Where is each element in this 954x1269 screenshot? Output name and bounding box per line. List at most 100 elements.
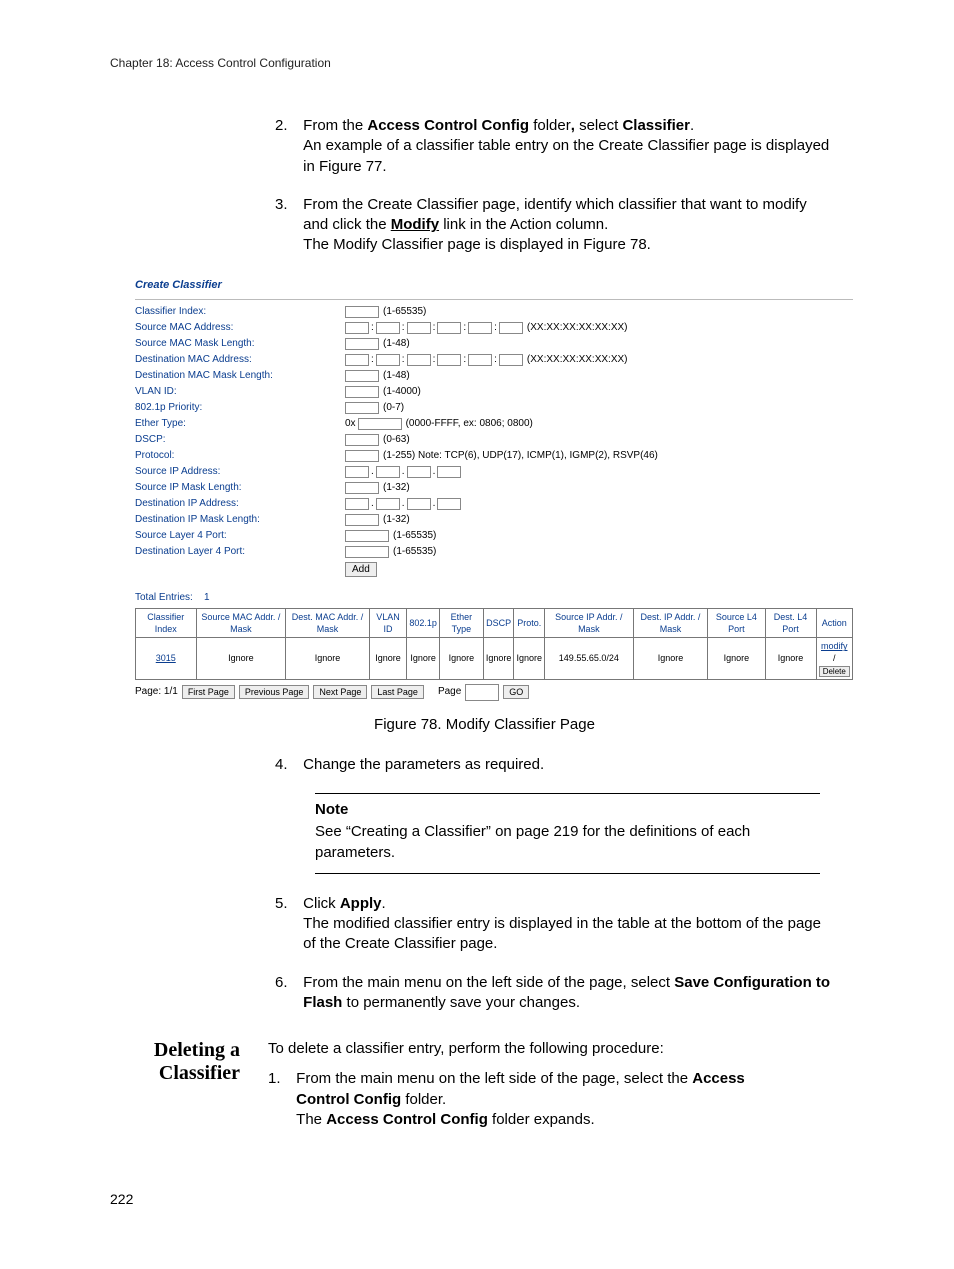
mac-octet-input[interactable] bbox=[376, 354, 400, 366]
form-label: Source Layer 4 Port: bbox=[135, 529, 345, 543]
form-hint: (1-48) bbox=[383, 369, 410, 383]
form-row: Source MAC Mask Length:(1-48) bbox=[135, 336, 853, 352]
mac-octet-input[interactable] bbox=[468, 322, 492, 334]
ip-octet-input[interactable] bbox=[407, 466, 431, 478]
form-label: 802.1p Priority: bbox=[135, 401, 345, 415]
modify-link[interactable]: modify bbox=[821, 641, 848, 651]
form-label: Source MAC Address: bbox=[135, 321, 345, 335]
ip-octet-input[interactable] bbox=[407, 498, 431, 510]
form-input[interactable] bbox=[345, 450, 379, 462]
mac-octet-input[interactable] bbox=[345, 322, 369, 334]
mac-octet-input[interactable] bbox=[437, 354, 461, 366]
form-hint: (0000-FFFF, ex: 0806; 0800) bbox=[406, 417, 533, 431]
form-row: Source IP Mask Length: (1-32) bbox=[135, 480, 853, 496]
mac-octet-input[interactable] bbox=[468, 354, 492, 366]
form-label: Source IP Address: bbox=[135, 465, 345, 479]
figure-78: Create Classifier Classifier Index:(1-65… bbox=[135, 274, 853, 701]
table-cell: Ignore bbox=[196, 638, 286, 679]
page-input[interactable] bbox=[465, 684, 499, 701]
form-input[interactable] bbox=[345, 434, 379, 446]
form-label: Destination Layer 4 Port: bbox=[135, 545, 345, 559]
form-row: Classifier Index:(1-65535) bbox=[135, 304, 853, 320]
form-hint: (1-65535) bbox=[393, 545, 436, 559]
ip-octet-input[interactable] bbox=[345, 466, 369, 478]
next-page-button[interactable]: Next Page bbox=[313, 685, 367, 699]
total-entries: Total Entries: 1 bbox=[135, 591, 853, 605]
classifier-index-cell[interactable]: 3015 bbox=[136, 638, 197, 679]
delete-button[interactable]: Delete bbox=[819, 666, 850, 677]
form-input[interactable] bbox=[345, 482, 379, 494]
form-row: DSCP: (0-63) bbox=[135, 432, 853, 448]
ip-octet-input[interactable] bbox=[345, 498, 369, 510]
form-label: Classifier Index: bbox=[135, 305, 345, 319]
form-label: DSCP: bbox=[135, 433, 345, 447]
table-cell: Ignore bbox=[708, 638, 765, 679]
form-input[interactable] bbox=[345, 338, 379, 350]
table-header: Ether Type bbox=[439, 609, 483, 638]
pager: Page: 1/1 First Page Previous Page Next … bbox=[135, 684, 853, 701]
form-input[interactable] bbox=[345, 530, 389, 542]
step-1: 1. From the main menu on the left side o… bbox=[268, 1069, 859, 1130]
page-indicator: Page: 1/1 bbox=[135, 685, 178, 699]
form-input[interactable] bbox=[358, 418, 402, 430]
first-page-button[interactable]: First Page bbox=[182, 685, 235, 699]
table-cell: Ignore bbox=[439, 638, 483, 679]
form-hint: (1-48) bbox=[383, 337, 410, 351]
form-row: Destination MAC Address::::::(XX:XX:XX:X… bbox=[135, 352, 853, 368]
form-input[interactable] bbox=[345, 386, 379, 398]
form-label: Ether Type: bbox=[135, 417, 345, 431]
note-block: Note See “Creating a Classifier” on page… bbox=[315, 793, 820, 874]
table-header: Source L4 Port bbox=[708, 609, 765, 638]
mac-octet-input[interactable] bbox=[376, 322, 400, 334]
go-button[interactable]: GO bbox=[503, 685, 529, 699]
last-page-button[interactable]: Last Page bbox=[371, 685, 424, 699]
mac-octet-input[interactable] bbox=[499, 322, 523, 334]
step-5: 5. Click Apply. The modified classifier … bbox=[275, 894, 859, 955]
mac-octet-input[interactable] bbox=[407, 322, 431, 334]
form-hint: (0-63) bbox=[383, 433, 410, 447]
form-hint: (1-32) bbox=[383, 481, 410, 495]
step-4: 4. Change the parameters as required. bbox=[275, 755, 859, 775]
form-input[interactable] bbox=[345, 370, 379, 382]
step-2: 2. From the Access Control Config folder… bbox=[275, 116, 859, 177]
form-hint: (XX:XX:XX:XX:XX:XX) bbox=[527, 321, 628, 335]
ip-octet-input[interactable] bbox=[376, 466, 400, 478]
add-button[interactable]: Add bbox=[345, 562, 377, 577]
step-num: 3. bbox=[275, 195, 299, 215]
form-input[interactable] bbox=[345, 402, 379, 414]
form-hint: (1-32) bbox=[383, 513, 410, 527]
step-6: 6. From the main menu on the left side o… bbox=[275, 973, 859, 1014]
table-header: Dest. L4 Port bbox=[765, 609, 816, 638]
step-text: Change the parameters as required. bbox=[303, 755, 833, 775]
ip-octet-input[interactable] bbox=[437, 498, 461, 510]
mac-octet-input[interactable] bbox=[345, 354, 369, 366]
note-title: Note bbox=[315, 800, 820, 820]
table-header: 802.1p bbox=[407, 609, 440, 638]
form-row: Protocol:(1-255) Note: TCP(6), UDP(17), … bbox=[135, 448, 853, 464]
form-label: Source IP Mask Length: bbox=[135, 481, 345, 495]
form-input[interactable] bbox=[345, 546, 389, 558]
form-hint: (0-7) bbox=[383, 401, 404, 415]
table-header: Proto. bbox=[514, 609, 545, 638]
mac-octet-input[interactable] bbox=[499, 354, 523, 366]
table-header: VLAN ID bbox=[369, 609, 407, 638]
action-cell: modify /Delete bbox=[816, 638, 853, 679]
form-row: Destination IP Mask Length:(1-32) bbox=[135, 512, 853, 528]
mac-octet-input[interactable] bbox=[437, 322, 461, 334]
ip-octet-input[interactable] bbox=[437, 466, 461, 478]
previous-page-button[interactable]: Previous Page bbox=[239, 685, 310, 699]
form-row: Destination IP Address:... bbox=[135, 496, 853, 512]
table-header: Dest. IP Addr. / Mask bbox=[633, 609, 708, 638]
form-input[interactable] bbox=[345, 306, 379, 318]
form-label: Protocol: bbox=[135, 449, 345, 463]
chapter-header: Chapter 18: Access Control Configuration bbox=[110, 55, 859, 71]
table-cell: Ignore bbox=[765, 638, 816, 679]
ip-octet-input[interactable] bbox=[376, 498, 400, 510]
section-heading: Deleting aClassifier bbox=[110, 1039, 268, 1130]
form-input[interactable] bbox=[345, 514, 379, 526]
table-header: Source MAC Addr. / Mask bbox=[196, 609, 286, 638]
step-text: From the Create Classifier page, identif… bbox=[303, 195, 833, 256]
form-hint: (XX:XX:XX:XX:XX:XX) bbox=[527, 353, 628, 367]
form-row: Source IP Address:... bbox=[135, 464, 853, 480]
mac-octet-input[interactable] bbox=[407, 354, 431, 366]
